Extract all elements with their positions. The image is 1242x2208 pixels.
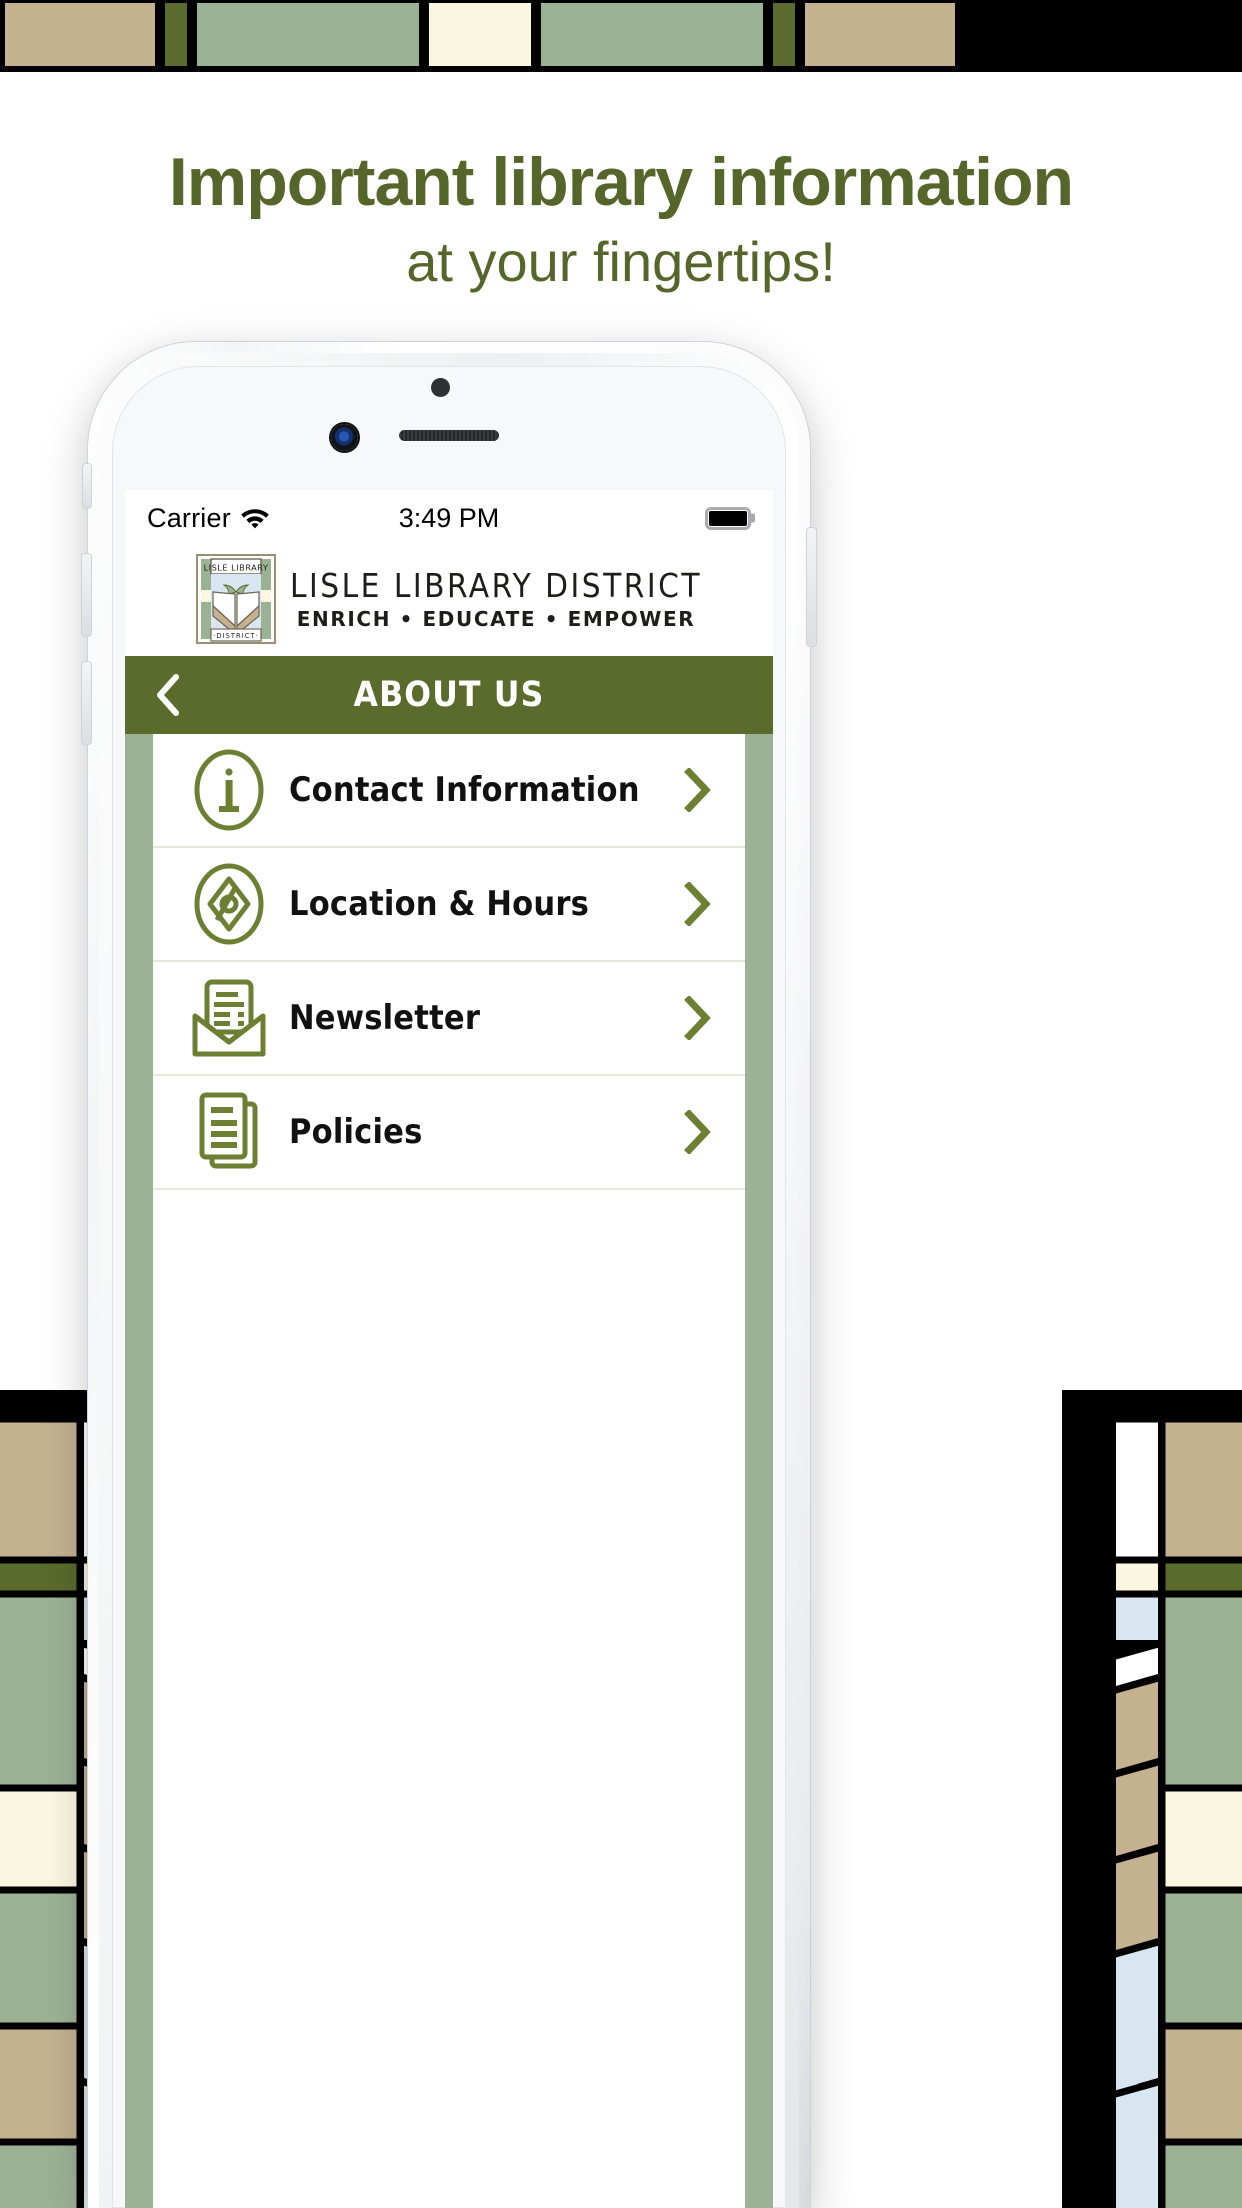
lisle-library-district-logo-icon: LISLE LIBRARY ·DISTRICT· <box>196 554 276 644</box>
glass-cell <box>160 3 192 66</box>
power-button[interactable] <box>807 528 816 646</box>
logo-tagline: ENRICH • EDUCATE • EMPOWER <box>296 607 696 631</box>
screen-content: Contact Information Location & Hours New… <box>125 734 773 2208</box>
page-title: ABOUT US <box>353 675 545 715</box>
app-navbar: ABOUT US <box>125 656 773 734</box>
newsletter-envelope-icon <box>183 976 275 1060</box>
promo-screenshot-page: Important library information at your fi… <box>0 0 1242 2208</box>
battery-full-icon <box>705 506 751 530</box>
glass-cell <box>536 3 768 66</box>
glass-cell <box>800 3 960 66</box>
list-item[interactable]: Policies <box>153 1076 745 1190</box>
about-us-menu-list: Contact Information Location & Hours New… <box>153 734 745 2208</box>
phone-screen: Carrier 3:49 PM LISLE LIBRARY ·DISTRICT·… <box>125 490 773 2208</box>
chevron-left-icon <box>157 674 179 716</box>
list-item-label: Newsletter <box>289 998 481 1038</box>
list-item[interactable]: Newsletter <box>153 962 745 1076</box>
glass-cell <box>0 3 160 66</box>
documents-icon <box>183 1090 275 1174</box>
stained-glass-panel-right <box>1062 1390 1242 2208</box>
list-item[interactable]: Contact Information <box>153 734 745 848</box>
wifi-icon <box>241 508 269 528</box>
app-logo-header: LISLE LIBRARY ·DISTRICT· LISLE LIBRARY D… <box>125 546 773 656</box>
logo-title: LISLE LIBRARY DISTRICT <box>290 566 702 605</box>
logo-wordmark: LISLE LIBRARY DISTRICT ENRICH • EDUCATE … <box>290 569 702 629</box>
ios-status-bar: Carrier 3:49 PM <box>125 490 773 546</box>
list-item-label: Contact Information <box>289 770 640 810</box>
glass-cell <box>424 3 536 66</box>
promo-subheadline: at your fingertips! <box>406 230 836 294</box>
proximity-sensor-icon <box>431 378 450 397</box>
mute-switch[interactable] <box>83 464 91 508</box>
glass-cell <box>768 3 800 66</box>
promo-text-block: Important library information at your fi… <box>0 144 1242 294</box>
status-bar-right <box>705 506 751 530</box>
front-camera-icon <box>331 424 358 451</box>
svg-text:LISLE LIBRARY: LISLE LIBRARY <box>204 562 269 572</box>
volume-up-button[interactable] <box>82 554 91 636</box>
back-button[interactable] <box>151 673 185 717</box>
top-stained-glass-band <box>0 0 1242 72</box>
stained-glass-right-art <box>1062 1390 1242 2208</box>
volume-down-button[interactable] <box>82 662 91 744</box>
status-bar-left: Carrier <box>147 503 270 534</box>
chevron-right-icon <box>675 882 719 926</box>
chevron-right-icon <box>675 996 719 1040</box>
chevron-right-icon <box>675 768 719 812</box>
left-gutter <box>125 734 153 2208</box>
carrier-label: Carrier <box>147 502 231 533</box>
list-item-label: Policies <box>289 1112 423 1152</box>
compass-icon <box>183 862 275 946</box>
right-gutter <box>745 734 773 2208</box>
list-empty-space <box>153 1190 745 2208</box>
earpiece-speaker <box>399 430 499 441</box>
phone-mockup: Carrier 3:49 PM LISLE LIBRARY ·DISTRICT·… <box>82 342 816 2208</box>
promo-headline: Important library information <box>168 144 1074 220</box>
list-item-label: Location & Hours <box>289 884 590 924</box>
svg-text:·DISTRICT·: ·DISTRICT· <box>213 632 259 640</box>
chevron-right-icon <box>675 1110 719 1154</box>
glass-cell <box>192 3 424 66</box>
list-item[interactable]: Location & Hours <box>153 848 745 962</box>
info-circle-icon <box>183 748 275 832</box>
